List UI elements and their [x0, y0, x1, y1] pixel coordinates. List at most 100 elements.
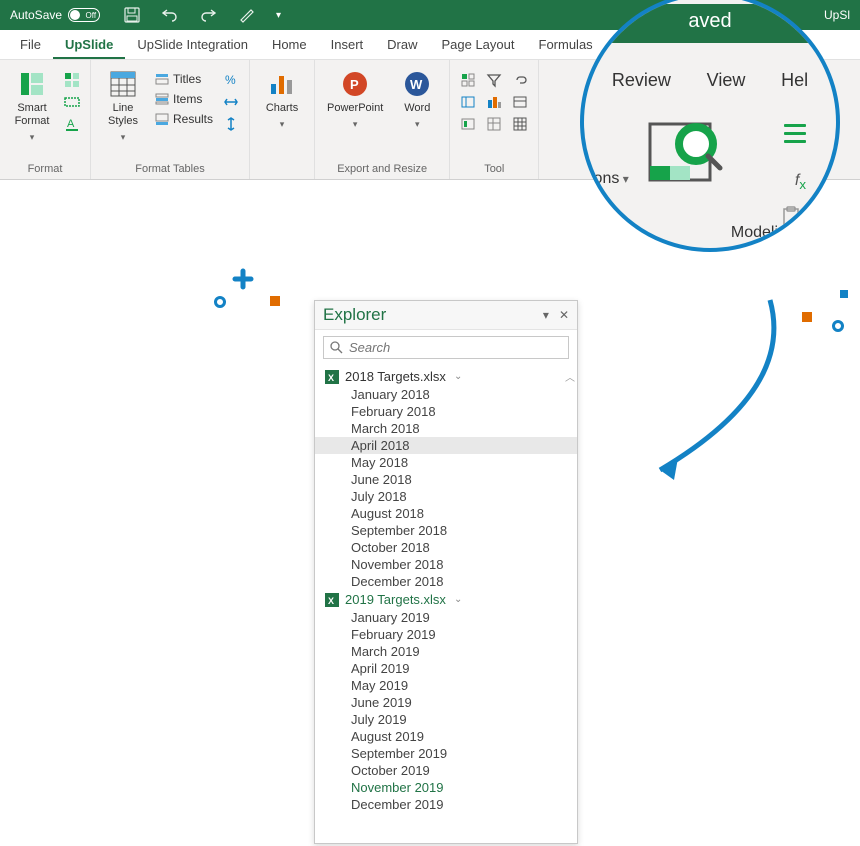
sheet-row[interactable]: January 2018 — [315, 386, 577, 403]
sheet-row[interactable]: September 2018 — [315, 522, 577, 539]
tab-draw[interactable]: Draw — [375, 31, 429, 59]
percent-icon[interactable]: % — [223, 72, 239, 88]
sheet-row[interactable]: May 2018 — [315, 454, 577, 471]
zoom-ions-text[interactable]: ions — [590, 170, 629, 188]
smart-format-button[interactable]: Smart Format ▾ — [8, 68, 56, 145]
line-styles-button[interactable]: Line Styles ▾ — [99, 68, 147, 145]
tool-icon-5[interactable] — [486, 94, 502, 110]
scroll-up-icon[interactable]: ︿ — [565, 369, 575, 384]
clipboard-icon[interactable] — [782, 206, 800, 228]
table-small-icon[interactable] — [512, 94, 528, 110]
explorer-body[interactable]: ︿ X2018 Targets.xlsx⌄January 2018Februar… — [315, 365, 577, 843]
charts-icon — [268, 70, 296, 98]
sheet-row[interactable]: September 2019 — [315, 745, 577, 762]
brush-icon[interactable] — [238, 7, 254, 23]
explorer-close-icon[interactable]: ✕ — [559, 308, 569, 322]
tab-file[interactable]: File — [8, 31, 53, 59]
cells-icon[interactable] — [64, 72, 80, 88]
range-icon[interactable] — [64, 94, 80, 110]
height-icon[interactable] — [223, 116, 239, 132]
sheet-row[interactable]: April 2019 — [315, 660, 577, 677]
autosave-control[interactable]: AutoSave Off — [10, 8, 100, 22]
quick-access-toolbar: ▾ — [124, 7, 281, 23]
qat-more-icon[interactable]: ▾ — [276, 10, 281, 21]
sheet-row[interactable]: January 2019 — [315, 609, 577, 626]
tab-upslide-integration[interactable]: UpSlide Integration — [125, 31, 260, 59]
search-input[interactable] — [349, 340, 562, 355]
file-name: 2018 Targets.xlsx — [345, 369, 446, 384]
explorer-icon[interactable] — [644, 116, 724, 188]
group-export-label: Export and Resize — [323, 163, 441, 177]
items-icon — [155, 92, 169, 106]
zoom-tab-help[interactable]: Hel — [781, 70, 808, 91]
file-row[interactable]: X2019 Targets.xlsx⌄ — [315, 590, 577, 609]
hamburger-icon[interactable] — [784, 124, 806, 143]
sheet-row[interactable]: November 2018 — [315, 556, 577, 573]
zoom-saved-text: aved — [580, 4, 840, 43]
sheet-row[interactable]: August 2019 — [315, 728, 577, 745]
tab-insert[interactable]: Insert — [319, 31, 376, 59]
grid-icon[interactable] — [512, 116, 528, 132]
zoom-tab-view[interactable]: View — [707, 70, 746, 91]
tool-icon-3[interactable] — [460, 116, 476, 132]
file-row[interactable]: X2018 Targets.xlsx⌄ — [315, 367, 577, 386]
chevron-down-icon: ▾ — [280, 119, 285, 130]
line-styles-label: Line Styles — [108, 102, 138, 128]
save-icon[interactable] — [124, 7, 140, 23]
charts-button[interactable]: Charts ▾ — [258, 68, 306, 132]
svg-text:W: W — [410, 77, 423, 92]
tab-page-layout[interactable]: Page Layout — [429, 31, 526, 59]
sheet-row[interactable]: February 2018 — [315, 403, 577, 420]
sheet-row[interactable]: October 2018 — [315, 539, 577, 556]
group-format-label: Format — [8, 163, 82, 177]
titles-icon — [155, 72, 169, 86]
sheet-row[interactable]: December 2019 — [315, 796, 577, 813]
sheet-row[interactable]: October 2019 — [315, 762, 577, 779]
zoom-tab-review[interactable]: Review — [612, 70, 671, 91]
width-icon[interactable] — [223, 94, 239, 110]
items-button[interactable]: Items — [155, 92, 213, 106]
link-icon[interactable] — [512, 72, 528, 88]
svg-text:%: % — [225, 73, 236, 87]
chevron-down-icon: ▾ — [30, 132, 35, 143]
chevron-down-icon: ⌄ — [454, 371, 462, 382]
sheet-row[interactable]: February 2019 — [315, 626, 577, 643]
ring-icon — [214, 296, 226, 308]
results-button[interactable]: Results — [155, 112, 213, 126]
explorer-title: Explorer — [323, 305, 386, 325]
sheet-row[interactable]: March 2018 — [315, 420, 577, 437]
powerpoint-button[interactable]: P PowerPoint ▾ — [323, 68, 387, 132]
redo-icon[interactable] — [200, 7, 216, 23]
sheet-row[interactable]: June 2019 — [315, 694, 577, 711]
sheet-row[interactable]: November 2019 — [315, 779, 577, 796]
sheet-row[interactable]: July 2019 — [315, 711, 577, 728]
explorer-dropdown-icon[interactable]: ▾ — [543, 308, 549, 322]
explorer-search[interactable] — [323, 336, 569, 359]
sheet-row[interactable]: August 2018 — [315, 505, 577, 522]
tool-icon-2[interactable] — [460, 94, 476, 110]
tab-home[interactable]: Home — [260, 31, 319, 59]
toggle-knob — [70, 10, 80, 20]
autosave-toggle[interactable]: Off — [68, 8, 100, 22]
search-icon — [330, 341, 343, 354]
titles-button[interactable]: Titles — [155, 72, 213, 86]
tool-icon-1[interactable] — [460, 72, 476, 88]
sheet-row[interactable]: July 2018 — [315, 488, 577, 505]
undo-icon[interactable] — [162, 7, 178, 23]
sheet-row[interactable]: June 2018 — [315, 471, 577, 488]
group-charts: Charts ▾ — [250, 60, 315, 179]
sheet-row[interactable]: May 2019 — [315, 677, 577, 694]
fx-icon[interactable]: fx — [795, 172, 806, 192]
tab-upslide[interactable]: UpSlide — [53, 31, 125, 59]
word-label: Word — [404, 102, 430, 115]
powerpoint-icon: P — [341, 70, 369, 98]
sheet-row[interactable]: December 2018 — [315, 573, 577, 590]
tool-icon-6[interactable] — [486, 116, 502, 132]
font-color-icon[interactable]: A — [64, 116, 80, 132]
sheet-row[interactable]: March 2019 — [315, 643, 577, 660]
svg-text:X: X — [328, 596, 334, 606]
filter-icon[interactable] — [486, 72, 502, 88]
sheet-row[interactable]: April 2018 — [315, 437, 577, 454]
word-button[interactable]: W Word ▾ — [393, 68, 441, 132]
word-icon: W — [403, 70, 431, 98]
